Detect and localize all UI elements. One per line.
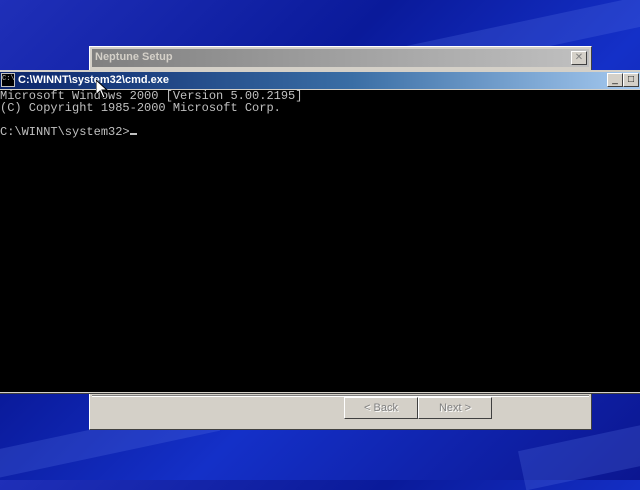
setup-title: Neptune Setup xyxy=(95,51,173,63)
next-button[interactable]: Next > xyxy=(418,397,492,419)
text-cursor xyxy=(129,133,137,135)
cmd-window: C:\ C:\WINNT\system32\cmd.exe _ □ Micros… xyxy=(0,70,640,394)
cmd-window-title: C:\WINNT\system32\cmd.exe xyxy=(18,74,169,86)
console-output[interactable]: Microsoft Windows 2000 [Version 5.00.219… xyxy=(0,90,640,392)
console-prompt-line: C:\WINNT\system32> xyxy=(0,126,640,138)
footer-divider xyxy=(92,395,589,397)
console-line: (C) Copyright 1985-2000 Microsoft Corp. xyxy=(0,101,281,115)
cmd-icon[interactable]: C:\ xyxy=(1,73,15,87)
back-button[interactable]: < Back xyxy=(344,397,418,419)
maximize-icon[interactable]: □ xyxy=(623,73,639,87)
setup-title-bar[interactable]: Neptune Setup ✕ xyxy=(92,49,589,67)
close-icon[interactable]: ✕ xyxy=(571,51,587,65)
minimize-icon[interactable]: _ xyxy=(607,73,623,87)
console-prompt: C:\WINNT\system32> xyxy=(0,125,130,139)
mouse-pointer-icon xyxy=(96,80,108,99)
